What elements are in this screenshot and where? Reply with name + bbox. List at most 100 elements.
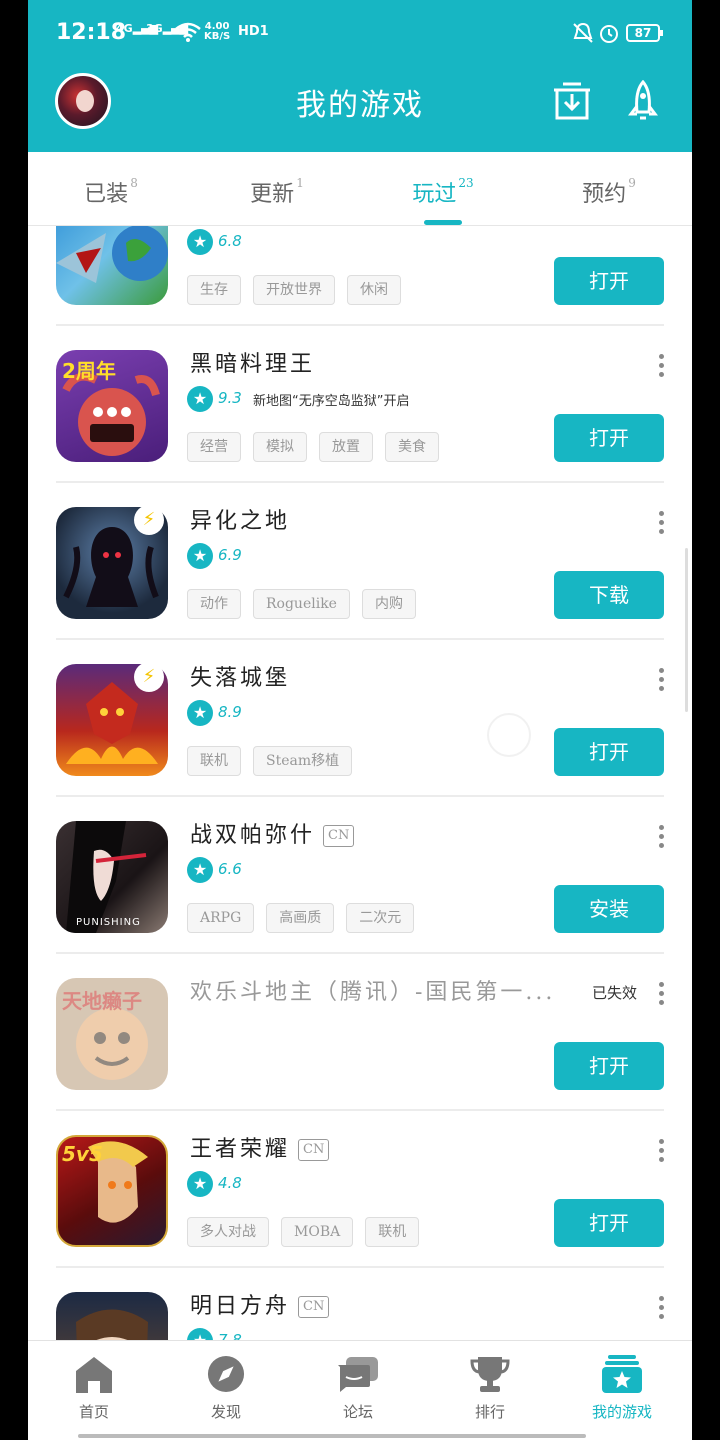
home-icon xyxy=(76,1357,112,1393)
game-score: 6.6 xyxy=(218,860,242,878)
game-name: 失落城堡 xyxy=(190,666,291,691)
game-tag: 多人对战 xyxy=(187,1217,269,1247)
nav-ranking[interactable]: 排行 xyxy=(424,1355,556,1422)
game-icon-arknights xyxy=(56,1292,168,1340)
game-tag: 动作 xyxy=(187,589,241,619)
list-item[interactable]: ⚡ 失落城堡 ★ 8.9 联机 Steam移植 打开 xyxy=(28,640,692,797)
lightning-badge-icon: ⚡ xyxy=(134,662,164,692)
game-tag: 休闲 xyxy=(347,275,401,305)
game-tag: 联机 xyxy=(365,1217,420,1247)
star-icon: ★ xyxy=(187,386,213,412)
download-manager-icon[interactable] xyxy=(552,80,592,122)
game-list: ★ 6.8 生存 开放世界 休闲 打开 2周年 黑暗料理王 ★ 9.3 新地图“无序… xyxy=(28,226,692,1340)
tab-reserved[interactable]: 预约 9 xyxy=(526,176,692,208)
more-options-icon[interactable] xyxy=(656,511,666,537)
home-indicator[interactable] xyxy=(78,1434,586,1438)
game-tag: 开放世界 xyxy=(253,275,335,305)
game-name: 欢乐斗地主（腾讯）-国民第一... xyxy=(190,980,556,1005)
star-icon: ★ xyxy=(187,700,213,726)
game-score: 9.3 xyxy=(218,389,242,407)
app-screen: 12:18 4G▂▄▆ 3G▂▄▆ 4.00KB/S HD1 87 我的游戏 xyxy=(28,0,692,1440)
more-options-icon[interactable] xyxy=(656,982,666,1008)
open-button[interactable]: 打开 xyxy=(554,1199,664,1247)
region-badge: CN xyxy=(323,825,355,847)
tag-list: 多人对战 MOBA 联机 xyxy=(187,1217,431,1247)
game-icon-doudizhu: 天地癞子 xyxy=(56,978,168,1090)
list-item[interactable]: 5v5 王者荣耀 CN ★ 4.8 多人对战 MOBA 联机 打开 xyxy=(28,1111,692,1268)
tab-played[interactable]: 玩过 23 xyxy=(360,176,526,208)
lightning-badge-icon: ⚡ xyxy=(134,505,164,535)
game-tag: MOBA xyxy=(281,1217,354,1247)
tag-list: 动作 Roguelike 内购 xyxy=(187,589,428,619)
tag-list: 联机 Steam移植 xyxy=(187,746,364,776)
mute-bell-icon xyxy=(573,22,593,43)
star-icon: ★ xyxy=(187,229,213,255)
tab-indicator xyxy=(424,220,462,225)
game-tag: 生存 xyxy=(187,275,241,305)
compass-icon xyxy=(207,1355,245,1393)
list-item[interactable]: 2周年 黑暗料理王 ★ 9.3 新地图“无序空岛监狱”开启 经营 模拟 放置 美食 打… xyxy=(28,326,692,483)
svg-text:PUNISHING: PUNISHING xyxy=(76,917,141,928)
game-score: 8.9 xyxy=(218,703,242,721)
game-tag: 美食 xyxy=(385,432,439,462)
more-options-icon[interactable] xyxy=(656,825,666,851)
game-score: 7.8 xyxy=(218,1331,242,1340)
game-icon-honor-of-kings: 5v5 xyxy=(56,1135,168,1247)
list-item[interactable]: PUNISHING 战双帕弥什 CN ★ 6.6 ARPG 高画质 二次元 安装 xyxy=(28,797,692,954)
star-icon: ★ xyxy=(187,1328,213,1340)
region-badge: CN xyxy=(298,1139,330,1161)
more-options-icon[interactable] xyxy=(656,668,666,694)
game-name: 王者荣耀 CN xyxy=(190,1131,330,1163)
tab-updates[interactable]: 更新 1 xyxy=(194,176,360,208)
open-button[interactable]: 打开 xyxy=(554,1042,664,1090)
download-button[interactable]: 下载 xyxy=(554,571,664,619)
install-button[interactable]: 安装 xyxy=(554,885,664,933)
game-tag: Roguelike xyxy=(253,589,350,619)
nav-my-games[interactable]: 我的游戏 xyxy=(556,1355,688,1422)
game-name: 异化之地 xyxy=(190,509,291,534)
game-name: 黑暗料理王 xyxy=(190,352,316,377)
game-tag: 放置 xyxy=(319,432,373,462)
list-item[interactable]: ★ 6.8 生存 开放世界 休闲 打开 xyxy=(28,226,692,326)
nav-discover[interactable]: 发现 xyxy=(160,1355,292,1422)
star-icon: ★ xyxy=(187,1171,213,1197)
list-item[interactable]: 明日方舟CN ★ 7.8 xyxy=(28,1268,692,1340)
list-item[interactable]: ⚡ 异化之地 ★ 6.9 动作 Roguelike 内购 下载 xyxy=(28,483,692,640)
open-button[interactable]: 打开 xyxy=(554,728,664,776)
svg-text:5v5: 5v5 xyxy=(62,1142,103,1166)
nav-home[interactable]: 首页 xyxy=(28,1355,160,1422)
game-tag: 模拟 xyxy=(253,432,307,462)
tag-list: 生存 开放世界 休闲 xyxy=(187,275,413,305)
status-bar: 12:18 4G▂▄▆ 3G▂▄▆ 4.00 KB/S HD1 87 xyxy=(28,0,692,66)
wifi-icon xyxy=(175,22,201,42)
open-button[interactable]: 打开 xyxy=(554,257,664,305)
nav-forum[interactable]: 论坛 xyxy=(292,1355,424,1422)
tab-installed[interactable]: 已装 8 xyxy=(28,176,194,208)
more-options-icon[interactable] xyxy=(656,1139,666,1165)
game-tag: 高画质 xyxy=(266,903,335,933)
region-badge: CN xyxy=(298,1296,330,1318)
more-options-icon[interactable] xyxy=(656,354,666,380)
my-games-icon xyxy=(602,1355,642,1393)
game-tag: 二次元 xyxy=(346,903,415,933)
game-tag: 内购 xyxy=(361,589,416,619)
game-score: 6.8 xyxy=(218,232,242,250)
more-options-icon[interactable] xyxy=(656,1296,666,1322)
bottom-nav: 首页 发现 论坛 排行 我的游戏 xyxy=(28,1340,692,1440)
alarm-icon xyxy=(600,25,618,43)
star-icon: ★ xyxy=(187,857,213,883)
app-header: 我的游戏 xyxy=(28,66,692,152)
game-score: 6.9 xyxy=(218,546,242,564)
open-button[interactable]: 打开 xyxy=(554,414,664,462)
game-tag: ARPG xyxy=(187,903,255,933)
game-tag: 经营 xyxy=(187,432,241,462)
scrollbar[interactable] xyxy=(685,548,688,712)
page-title: 我的游戏 xyxy=(296,88,424,123)
list-item[interactable]: 天地癞子 欢乐斗地主（腾讯）-国民第一... 已失效 打开 xyxy=(28,954,692,1111)
network-speed: 4.00 KB/S xyxy=(204,21,231,42)
game-icon-shark xyxy=(56,226,168,305)
rocket-icon[interactable] xyxy=(628,80,658,124)
game-icon-dark-chef: 2周年 xyxy=(56,350,168,462)
tag-list: 经营 模拟 放置 美食 xyxy=(187,432,451,462)
game-name: 明日方舟 CN xyxy=(190,1288,330,1320)
